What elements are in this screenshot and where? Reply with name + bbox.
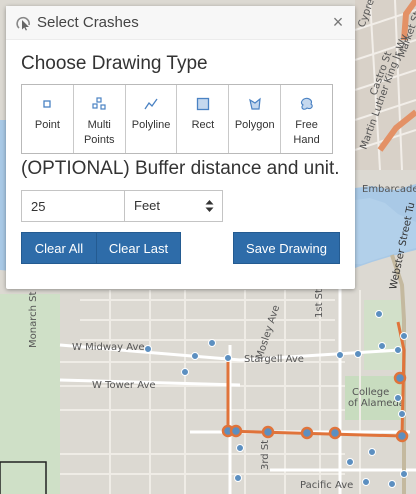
- tool-freehand-label: Free Hand: [293, 119, 320, 146]
- map-label-tower: W Tower Ave: [92, 380, 156, 391]
- selected-crash-point[interactable]: [328, 426, 342, 440]
- crash-point[interactable]: [394, 394, 402, 402]
- tool-point[interactable]: Point: [22, 85, 74, 153]
- freehand-icon: [300, 97, 313, 110]
- tool-point-label: Point: [34, 119, 60, 131]
- map-label-third: 3rd St: [260, 440, 271, 470]
- save-drawing-button[interactable]: Save Drawing: [233, 232, 340, 264]
- buffer-heading: (OPTIONAL) Buffer distance and unit.: [21, 158, 340, 179]
- tool-polygon[interactable]: Polygon: [229, 85, 282, 153]
- buffer-distance-input[interactable]: [21, 190, 125, 222]
- crash-point[interactable]: [400, 470, 408, 478]
- crash-point[interactable]: [368, 448, 376, 456]
- rectangle-icon: [196, 97, 210, 111]
- map-label-stargell: Stargell Ave: [244, 354, 304, 365]
- tool-polyline-label: Polyline: [131, 119, 171, 131]
- map-label-midway: W Midway Ave: [72, 342, 145, 353]
- select-tool-icon: [16, 16, 30, 31]
- tool-rect-label: Rect: [191, 119, 215, 131]
- crash-point[interactable]: [346, 458, 354, 466]
- map-label-college: College: [352, 387, 389, 398]
- selected-crash-point[interactable]: [393, 371, 407, 385]
- selected-crash-point[interactable]: [261, 425, 275, 439]
- drawing-tool-group: Point Multi Points Polyline Rect Polygon…: [21, 84, 333, 154]
- map-label-pacific: Pacific Ave: [300, 480, 353, 491]
- crash-point[interactable]: [224, 354, 232, 362]
- polygon-icon: [248, 97, 261, 110]
- close-button[interactable]: ×: [329, 13, 347, 31]
- crash-point[interactable]: [191, 352, 199, 360]
- crash-point[interactable]: [336, 351, 344, 359]
- tool-polygon-label: Polygon: [234, 119, 275, 131]
- crash-point[interactable]: [208, 339, 216, 347]
- selected-crash-point[interactable]: [229, 424, 243, 438]
- tool-multipoint[interactable]: Multi Points: [74, 85, 126, 153]
- clear-last-button[interactable]: Clear Last: [96, 232, 181, 264]
- tool-freehand[interactable]: Free Hand: [281, 85, 332, 153]
- crash-point[interactable]: [354, 350, 362, 358]
- map-park-east: [364, 300, 404, 370]
- dialog-titlebar[interactable]: Select Crashes ×: [6, 6, 355, 40]
- select-crashes-dialog: Select Crashes × Choose Drawing Type Poi…: [6, 6, 355, 289]
- crash-point[interactable]: [375, 310, 383, 318]
- crash-point[interactable]: [181, 368, 189, 376]
- point-icon: [43, 100, 52, 108]
- select-caret-icon: [205, 200, 214, 212]
- clear-all-button[interactable]: Clear All: [21, 232, 97, 264]
- crash-point[interactable]: [398, 410, 406, 418]
- multipoint-icon: [92, 97, 106, 110]
- selected-crash-point[interactable]: [300, 426, 314, 440]
- tool-multipoint-label: Multi Points: [83, 119, 115, 146]
- tool-polyline[interactable]: Polyline: [126, 85, 178, 153]
- map-label-first: 1st St: [314, 289, 325, 318]
- crash-point[interactable]: [388, 480, 396, 488]
- drawing-type-heading: Choose Drawing Type: [21, 53, 208, 74]
- buffer-unit-select[interactable]: Feet: [124, 190, 223, 222]
- dialog-title: Select Crashes: [37, 14, 139, 31]
- tool-rect[interactable]: Rect: [177, 85, 230, 153]
- crash-point[interactable]: [400, 332, 408, 340]
- map-label-monarch: Monarch St: [28, 292, 39, 348]
- polyline-icon: [144, 98, 158, 110]
- buffer-unit-value: Feet: [134, 198, 161, 213]
- crash-point[interactable]: [362, 478, 370, 486]
- crash-point[interactable]: [236, 444, 244, 452]
- selected-crash-point[interactable]: [395, 429, 409, 443]
- crash-point[interactable]: [234, 474, 242, 482]
- crash-point[interactable]: [378, 342, 386, 350]
- crash-point[interactable]: [144, 345, 152, 353]
- crash-point[interactable]: [394, 346, 402, 354]
- map-label-embarcadero: Embarcadero W: [362, 184, 416, 195]
